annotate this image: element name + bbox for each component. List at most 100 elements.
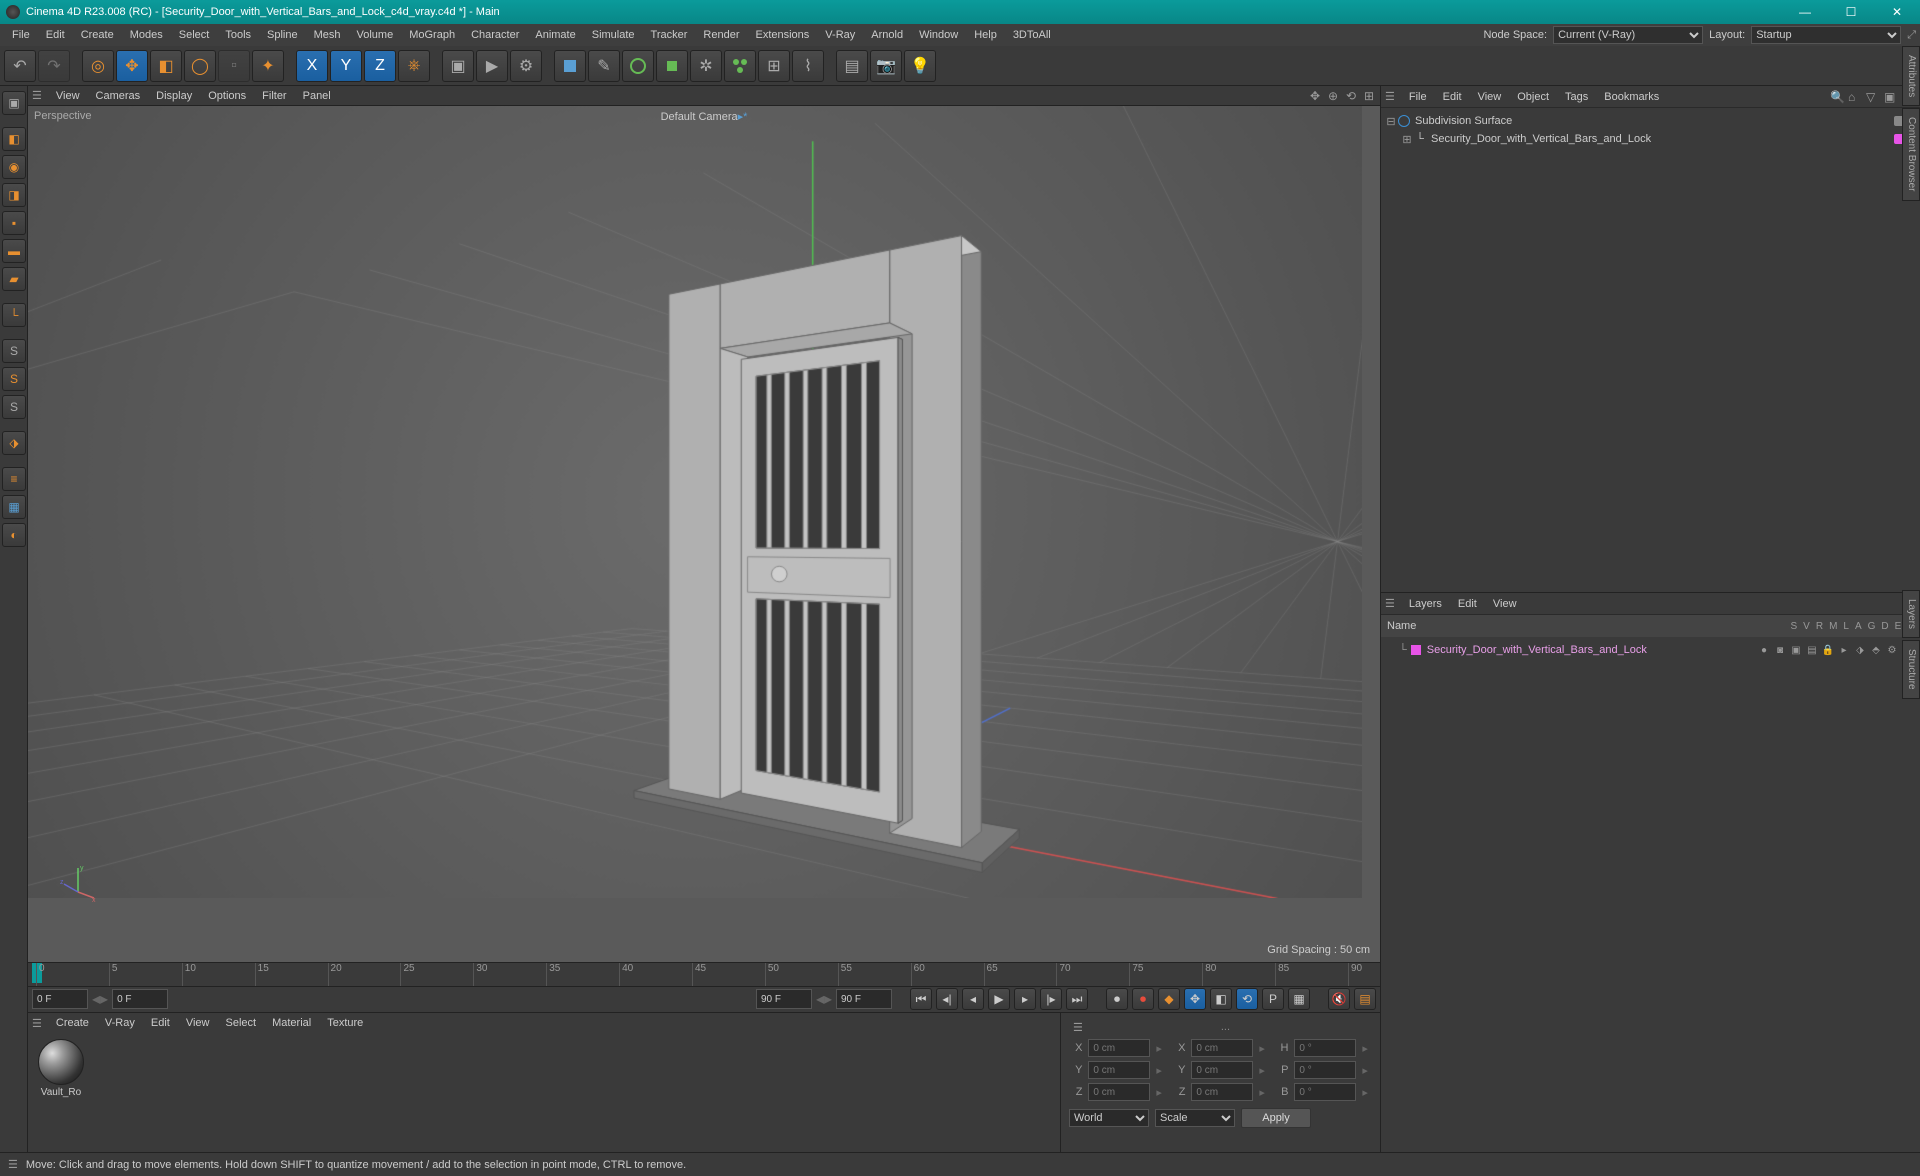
obj-search-icon[interactable]: 🔍 (1830, 90, 1844, 104)
menu-volume[interactable]: Volume (349, 24, 402, 46)
vp-menu-filter[interactable]: Filter (254, 90, 294, 102)
undo-button[interactable]: ↶ (4, 50, 36, 82)
layer-color-swatch[interactable] (1411, 645, 1421, 655)
axis-y-button[interactable]: Y (330, 50, 362, 82)
field-button[interactable]: ⊞ (758, 50, 790, 82)
obj-filter-icon[interactable]: ▽ (1866, 90, 1880, 104)
tl-key-pos-button[interactable]: ✥ (1184, 988, 1206, 1010)
menu-tracker[interactable]: Tracker (643, 24, 696, 46)
close-button[interactable]: ✕ (1874, 0, 1920, 24)
layer-solo-toggle[interactable]: ● (1758, 644, 1770, 656)
obj-eye-icon[interactable]: ▣ (1884, 90, 1898, 104)
tl-key-pla-button[interactable]: ▦ (1288, 988, 1310, 1010)
object-tree[interactable]: ⊟ Subdivision Surface ⊞ └ Security_Door_… (1381, 108, 1920, 592)
tl-prev-key-button[interactable]: ◂| (936, 988, 958, 1010)
timeline-ruler[interactable]: 051015202530354045505560657075808590 (28, 963, 1380, 987)
menu-modes[interactable]: Modes (122, 24, 171, 46)
vp-toggle-icon[interactable]: ⊞ (1362, 89, 1376, 103)
tl-key-scale-button[interactable]: ◧ (1210, 988, 1232, 1010)
rot-p-field[interactable] (1294, 1061, 1356, 1079)
mat-menu-select[interactable]: Select (218, 1017, 265, 1029)
viewport-canvas[interactable] (28, 106, 1362, 898)
volume-button[interactable]: ✲ (690, 50, 722, 82)
normal-button[interactable]: ◐ (2, 523, 26, 547)
layer-gen-toggle[interactable]: ⬗ (1854, 644, 1866, 656)
vp-rotate-icon[interactable]: ⟲ (1344, 89, 1358, 103)
menu-create[interactable]: Create (73, 24, 122, 46)
layer-expr-toggle[interactable]: ⚙ (1886, 644, 1898, 656)
expander-icon[interactable]: ⊟ (1385, 115, 1397, 128)
point-mode-button[interactable]: ▪ (2, 211, 26, 235)
subdiv-button[interactable] (622, 50, 654, 82)
texture-mode-button[interactable]: ◉ (2, 155, 26, 179)
scale-button[interactable]: ◧ (150, 50, 182, 82)
render-pv-button[interactable]: ▶ (476, 50, 508, 82)
tl-end-field[interactable] (836, 989, 892, 1009)
tl-next-frame-button[interactable]: ▸ (1014, 988, 1036, 1010)
redo-button[interactable]: ↷ (38, 50, 70, 82)
material-list[interactable]: Vault_Ro (28, 1033, 1060, 1152)
edge-mode-button[interactable]: ▬ (2, 239, 26, 263)
side-tab-layers[interactable]: Layers (1902, 590, 1920, 638)
tl-next-key-button[interactable]: |▸ (1040, 988, 1062, 1010)
tl-key-rot-button[interactable]: ⟲ (1236, 988, 1258, 1010)
tl-sound-button[interactable]: 🔇 (1328, 988, 1350, 1010)
mat-menu-material[interactable]: Material (264, 1017, 319, 1029)
axis-z-button[interactable]: Z (364, 50, 396, 82)
tl-record-button[interactable]: ⏺ (1106, 988, 1128, 1010)
tl-start-field[interactable] (32, 989, 88, 1009)
space-select[interactable]: World (1069, 1109, 1149, 1127)
layout-select[interactable]: Startup (1751, 26, 1901, 44)
snap-settings-button[interactable]: S (2, 395, 26, 419)
tl-autokey-button[interactable]: ⏺ (1132, 988, 1154, 1010)
tree-row-door[interactable]: ⊞ └ Security_Door_with_Vertical_Bars_and… (1381, 130, 1920, 148)
camera-button[interactable]: 📷 (870, 50, 902, 82)
tl-key-param-button[interactable]: P (1262, 988, 1284, 1010)
menu-animate[interactable]: Animate (527, 24, 583, 46)
scale-z-field[interactable] (1191, 1083, 1253, 1101)
live-select-button[interactable]: ◎ (82, 50, 114, 82)
menu-spline[interactable]: Spline (259, 24, 306, 46)
obj-menu-tags[interactable]: Tags (1557, 91, 1596, 103)
menu-tools[interactable]: Tools (217, 24, 259, 46)
menu-3dtoall[interactable]: 3DToAll (1005, 24, 1059, 46)
status-burger-icon[interactable]: ☰ (8, 1158, 18, 1171)
coord-system-button[interactable]: ⎈ (398, 50, 430, 82)
render-view-button[interactable]: ▣ (442, 50, 474, 82)
axis-x-button[interactable]: X (296, 50, 328, 82)
layer-burger-icon[interactable]: ☰ (1385, 597, 1395, 610)
obj-burger-icon[interactable]: ☰ (1385, 90, 1395, 103)
tl-playback-button[interactable]: ▤ (1354, 988, 1376, 1010)
layer-list[interactable]: └ Security_Door_with_Vertical_Bars_and_L… (1381, 637, 1920, 663)
mat-menu-edit[interactable]: Edit (143, 1017, 178, 1029)
pos-y-field[interactable] (1088, 1061, 1150, 1079)
tweak-button[interactable]: ▦ (2, 495, 26, 519)
layer-anim-toggle[interactable]: ▸ (1838, 644, 1850, 656)
tl-loopend-field[interactable] (756, 989, 812, 1009)
menu-arnold[interactable]: Arnold (863, 24, 911, 46)
layer-manager-toggle[interactable]: ▤ (1806, 644, 1818, 656)
mat-menu-texture[interactable]: Texture (319, 1017, 371, 1029)
bend-button[interactable]: ⌇ (792, 50, 824, 82)
attr-burger-icon[interactable]: ☰ (1073, 1021, 1083, 1034)
pos-z-field[interactable] (1088, 1083, 1150, 1101)
side-tab-content[interactable]: Content Browser (1902, 108, 1920, 200)
menu-simulate[interactable]: Simulate (584, 24, 643, 46)
vp-menu-options[interactable]: Options (200, 90, 254, 102)
menu-help[interactable]: Help (966, 24, 1005, 46)
recent-tools-button[interactable]: ▫ (218, 50, 250, 82)
vp-zoom-icon[interactable]: ⊕ (1326, 89, 1340, 103)
pos-x-field[interactable] (1088, 1039, 1150, 1057)
scale-y-field[interactable] (1191, 1061, 1253, 1079)
menu-mesh[interactable]: Mesh (306, 24, 349, 46)
tl-prev-frame-button[interactable]: ◂ (962, 988, 984, 1010)
apply-button[interactable]: Apply (1241, 1108, 1311, 1128)
light-button[interactable]: 💡 (904, 50, 936, 82)
rot-h-field[interactable] (1294, 1039, 1356, 1057)
obj-menu-file[interactable]: File (1401, 91, 1435, 103)
make-editable-button[interactable]: ▣ (2, 91, 26, 115)
mograph-button[interactable] (724, 50, 756, 82)
vp-move-icon[interactable]: ✥ (1308, 89, 1322, 103)
scale-x-field[interactable] (1191, 1039, 1253, 1057)
workplane-button[interactable]: ⬗ (2, 431, 26, 455)
